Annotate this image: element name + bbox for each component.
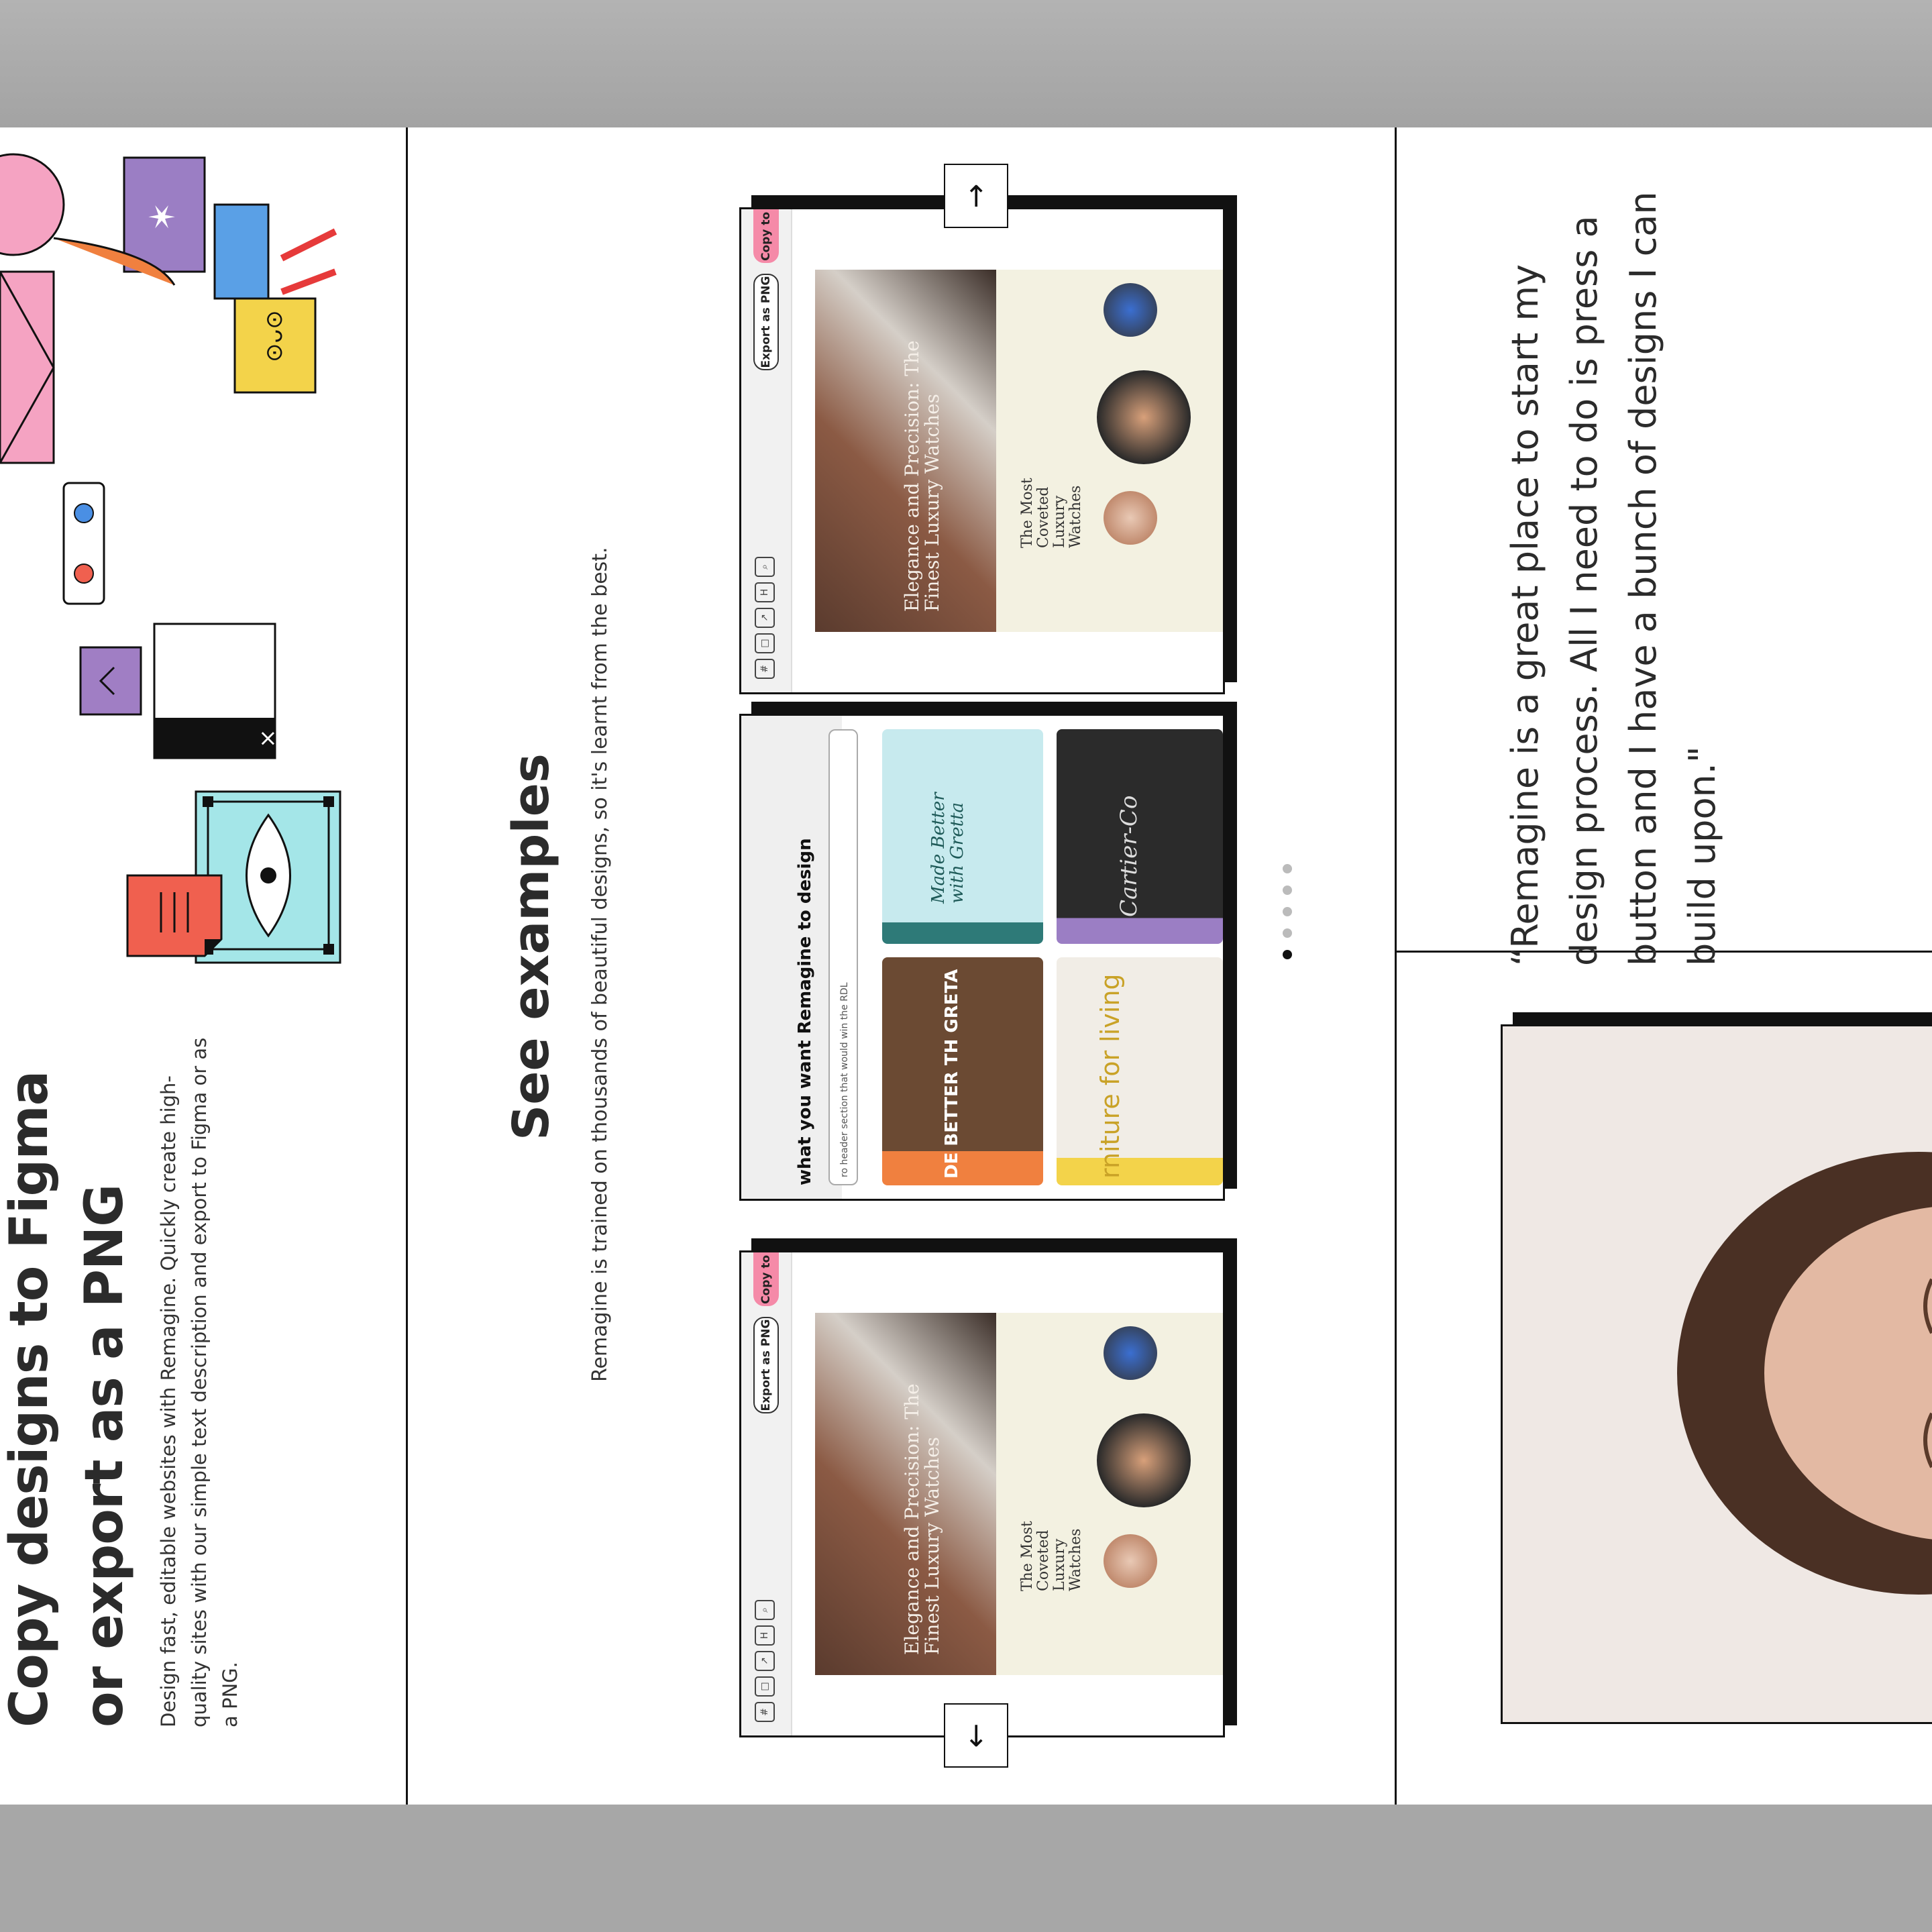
carousel-dot[interactable] [1283,928,1292,938]
carousel-dot[interactable] [1283,864,1292,873]
section-title: Copy designs to Figma or export as a PNG [0,1071,135,1727]
viewer-bottom-band [0,1805,1932,1932]
envelope-icon [0,270,55,464]
svg-text:⊙ᴗ⊙: ⊙ᴗ⊙ [261,310,288,362]
document-icon [126,874,223,957]
prompt-input[interactable]: ro header section that would win the RDL [828,729,858,1185]
example-tile-interior[interactable]: DE BETTER TH GRETA [882,957,1043,1185]
rectangle-tool-icon[interactable]: □ [755,1676,775,1697]
examples-section: See examples Remagine is trained on thou… [407,127,1395,1805]
zoom-tool-icon[interactable]: ⌕ [755,1600,775,1620]
arrow-right-icon: → [959,183,993,209]
copy-figma-button[interactable]: Copy to Figma [753,207,779,263]
carousel-dot[interactable] [1283,885,1292,895]
watch-image [1097,370,1191,464]
viewer-top-band [0,0,1932,127]
watch-image [1097,1413,1191,1507]
example-tile-cartier[interactable]: Cartier-Co [1057,729,1223,944]
example-tile-gretta[interactable]: Made Better with Gretta [882,729,1043,944]
toggle-icon [62,482,105,605]
hero-text: Elegance and Precision: The Finest Luxur… [901,1383,943,1655]
example-card-watches-1[interactable]: # □ ↗ H ⌕ Export as PNG Copy to Figma El… [739,1250,1225,1737]
example-tile-furniture[interactable]: rniture for living [1057,957,1223,1185]
watch-image [1104,491,1157,545]
frame-tool-icon[interactable]: # [755,659,775,679]
carousel-dot[interactable] [1283,950,1292,959]
svg-text:×: × [254,729,281,749]
section-description: Design fast, editable websites with Rema… [157,1037,241,1727]
watch-image [1104,1326,1157,1380]
watch-feature-panel: The Most Coveted Luxury Watches [996,1313,1225,1675]
page-sheet: Copy designs to Figma or export as a PNG… [0,127,1932,1805]
watch-image [1104,283,1157,337]
prompt-question: what you want Remagine to design [795,838,815,1185]
rotated-page: Copy designs to Figma or export as a PNG… [0,127,1932,1805]
image-tool-icon[interactable]: ↗ [755,1651,775,1671]
tile-text: Made Better with Gretta [928,792,967,904]
export-png-button[interactable]: Export as PNG [753,1317,779,1413]
carousel-next-button[interactable]: → [944,164,1008,228]
illustration-cluster: × ⊙ᴗ⊙ ✶ [0,153,341,964]
hero-image: Elegance and Precision: The Finest Luxur… [815,1313,996,1675]
card-toolbar: # □ ↗ H ⌕ Export as PNG Copy to Figma [741,207,792,692]
examples-subtitle: Remagine is trained on thousands of beau… [588,547,612,1382]
svg-text:✶: ✶ [143,202,183,231]
watch-feature-panel: The Most Coveted Luxury Watches [996,270,1225,632]
tile-text: Cartier-Co [1116,795,1142,917]
copy-figma-button[interactable]: Copy to Figma [753,1250,779,1306]
hero-image: Elegance and Precision: The Finest Luxur… [815,270,996,632]
carousel-dot[interactable] [1283,907,1292,916]
carousel-prev-button[interactable]: ← [944,1703,1008,1768]
examples-title: See examples [502,753,560,1140]
tile-text: DE BETTER TH GRETA [942,969,962,1179]
feature-title: The Most Coveted Luxury Watches [1019,478,1084,548]
heading-tool-icon[interactable]: H [755,1625,775,1646]
testimonial-photo [1501,1024,1932,1724]
card-toolbar: # □ ↗ H ⌕ Export as PNG Copy to Figma [741,1250,792,1735]
testimonial-section: “Remagine is a great place to start my d… [1397,127,1932,1805]
person-photo-icon [1677,1152,1932,1595]
heading-tool-icon[interactable]: H [755,582,775,602]
tile-text: rniture for living [1095,973,1125,1179]
rectangle-tool-icon[interactable]: □ [755,633,775,653]
frame-tool-icon[interactable]: # [755,1702,775,1722]
export-png-button[interactable]: Export as PNG [753,274,779,370]
carousel-dots [1283,845,1293,959]
example-card-prompt[interactable]: what you want Remagine to design ro head… [739,714,1225,1201]
testimonial-quote: “Remagine is a great place to start my d… [1504,191,1723,966]
window-icon: × [79,623,281,759]
figma-export-section: Copy designs to Figma or export as a PNG… [0,127,406,1805]
arrow-left-icon: ← [959,1723,993,1748]
prompt-area: what you want Remagine to design [741,716,842,1199]
zoom-tool-icon[interactable]: ⌕ [755,557,775,577]
example-card-watches-2[interactable]: # □ ↗ H ⌕ Export as PNG Copy to Figma El… [739,207,1225,694]
image-tool-icon[interactable]: ↗ [755,608,775,628]
watch-image [1104,1534,1157,1588]
hero-text: Elegance and Precision: The Finest Luxur… [901,340,943,612]
feature-title: The Most Coveted Luxury Watches [1019,1521,1084,1591]
